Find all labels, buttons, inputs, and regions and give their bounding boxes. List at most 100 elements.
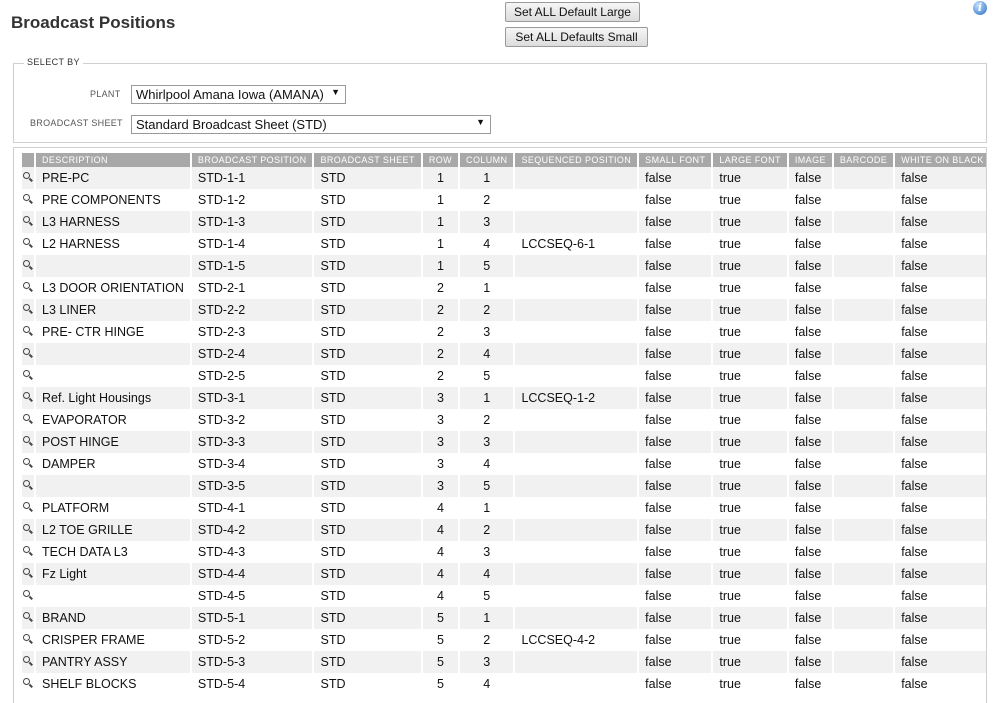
row-cell: 1 xyxy=(422,233,459,255)
view-row-button[interactable] xyxy=(22,673,34,695)
broadcast-position-cell: STD-3-5 xyxy=(191,475,313,497)
small-font-cell: false xyxy=(639,651,712,673)
white-on-black-cell: false xyxy=(895,453,986,475)
large-font-cell: true xyxy=(713,607,787,629)
view-row-button[interactable] xyxy=(22,233,34,255)
row-cell: 5 xyxy=(422,651,459,673)
column-header[interactable]: BROADCAST POSITION xyxy=(191,153,313,167)
info-icon[interactable]: i xyxy=(973,1,987,15)
view-row-button[interactable] xyxy=(22,189,34,211)
view-row-button[interactable] xyxy=(22,651,34,673)
column-cell: 2 xyxy=(460,629,514,651)
large-font-cell: true xyxy=(713,585,787,607)
large-font-cell: true xyxy=(713,277,787,299)
barcode-cell xyxy=(833,299,894,321)
view-row-button[interactable] xyxy=(22,585,34,607)
plant-label: PLANT xyxy=(90,89,121,99)
broadcast-sheet-cell: STD xyxy=(314,255,421,277)
row-cell: 5 xyxy=(422,629,459,651)
view-row-button[interactable] xyxy=(22,563,34,585)
column-header[interactable]: LARGE FONT xyxy=(713,153,787,167)
view-row-button[interactable] xyxy=(22,343,34,365)
magnifier-icon xyxy=(23,172,33,182)
row-cell: 3 xyxy=(422,387,459,409)
set-all-default-large-button[interactable]: Set ALL Default Large xyxy=(505,2,640,22)
sequenced-position-cell xyxy=(515,607,638,629)
broadcast-sheet-cell: STD xyxy=(314,299,421,321)
barcode-cell xyxy=(833,673,894,695)
column-header[interactable]: ROW xyxy=(422,153,459,167)
view-row-button[interactable] xyxy=(22,409,34,431)
description-cell: PLATFORM xyxy=(36,497,190,519)
image-cell: false xyxy=(788,277,832,299)
column-header[interactable]: BROADCAST SHEET xyxy=(314,153,421,167)
column-cell: 4 xyxy=(460,233,514,255)
broadcast-position-cell: STD-3-3 xyxy=(191,431,313,453)
broadcast-sheet-cell: STD xyxy=(314,211,421,233)
row-cell: 2 xyxy=(422,321,459,343)
column-header[interactable]: DESCRIPTION xyxy=(36,153,190,167)
table-row: L3 HARNESS STD-1-3 STD 1 3 false true false fals… xyxy=(22,211,986,233)
magnifier-icon xyxy=(23,436,33,446)
large-font-cell: true xyxy=(713,563,787,585)
column-header[interactable]: COLUMN xyxy=(460,153,514,167)
barcode-cell xyxy=(833,365,894,387)
table-row: PRE-PC STD-1-1 STD 1 1 false true false false xyxy=(22,167,986,189)
view-row-button[interactable] xyxy=(22,475,34,497)
view-row-button[interactable] xyxy=(22,453,34,475)
sequenced-position-cell xyxy=(515,563,638,585)
view-row-button[interactable] xyxy=(22,629,34,651)
description-cell: SHELF BLOCKS xyxy=(36,673,190,695)
column-header xyxy=(22,153,34,167)
view-row-button[interactable] xyxy=(22,519,34,541)
table-row: PRE COMPONENTS STD-1-2 STD 1 2 false true false… xyxy=(22,189,986,211)
view-row-button[interactable] xyxy=(22,277,34,299)
plant-select[interactable]: Whirlpool Amana Iowa (AMANA) ▼ xyxy=(131,85,346,104)
image-cell: false xyxy=(788,607,832,629)
row-cell: 2 xyxy=(422,277,459,299)
description-cell: L2 HARNESS xyxy=(36,233,190,255)
view-row-button[interactable] xyxy=(22,299,34,321)
table-row: STD-2-4 STD 2 4 false true false false xyxy=(22,343,986,365)
view-row-button[interactable] xyxy=(22,387,34,409)
image-cell: false xyxy=(788,431,832,453)
sequenced-position-cell xyxy=(515,365,638,387)
white-on-black-cell: false xyxy=(895,167,986,189)
view-row-button[interactable] xyxy=(22,541,34,563)
sequenced-position-cell xyxy=(515,167,638,189)
large-font-cell: true xyxy=(713,541,787,563)
view-row-button[interactable] xyxy=(22,255,34,277)
description-cell xyxy=(36,365,190,387)
row-cell: 5 xyxy=(422,607,459,629)
sequenced-position-cell xyxy=(515,277,638,299)
broadcast-sheet-select[interactable]: Standard Broadcast Sheet (STD) ▼ xyxy=(131,115,491,134)
image-cell: false xyxy=(788,387,832,409)
sequenced-position-cell: LCCSEQ-1-2 xyxy=(515,387,638,409)
table-row: Fz Light STD-4-4 STD 4 4 false true false false xyxy=(22,563,986,585)
set-all-defaults-small-button[interactable]: Set ALL Defaults Small xyxy=(505,27,648,47)
column-header[interactable]: BARCODE xyxy=(833,153,894,167)
view-row-button[interactable] xyxy=(22,211,34,233)
column-header[interactable]: IMAGE xyxy=(788,153,832,167)
broadcast-position-cell: STD-5-4 xyxy=(191,673,313,695)
view-row-button[interactable] xyxy=(22,497,34,519)
view-row-button[interactable] xyxy=(22,365,34,387)
column-header[interactable]: SEQUENCED POSITION xyxy=(515,153,638,167)
view-row-button[interactable] xyxy=(22,431,34,453)
barcode-cell xyxy=(833,651,894,673)
description-cell xyxy=(36,475,190,497)
view-row-button[interactable] xyxy=(22,321,34,343)
barcode-cell xyxy=(833,563,894,585)
barcode-cell xyxy=(833,277,894,299)
view-row-button[interactable] xyxy=(22,167,34,189)
magnifier-icon xyxy=(23,612,33,622)
small-font-cell: false xyxy=(639,453,712,475)
table-row: SHELF BLOCKS STD-5-4 STD 5 4 false true false fa… xyxy=(22,673,986,695)
view-row-button[interactable] xyxy=(22,607,34,629)
broadcast-sheet-cell: STD xyxy=(314,497,421,519)
magnifier-icon xyxy=(23,238,33,248)
large-font-cell: true xyxy=(713,387,787,409)
column-header[interactable]: WHITE ON BLACK xyxy=(895,153,986,167)
table-row: PANTRY ASSY STD-5-3 STD 5 3 false true false fal… xyxy=(22,651,986,673)
column-header[interactable]: SMALL FONT xyxy=(639,153,712,167)
